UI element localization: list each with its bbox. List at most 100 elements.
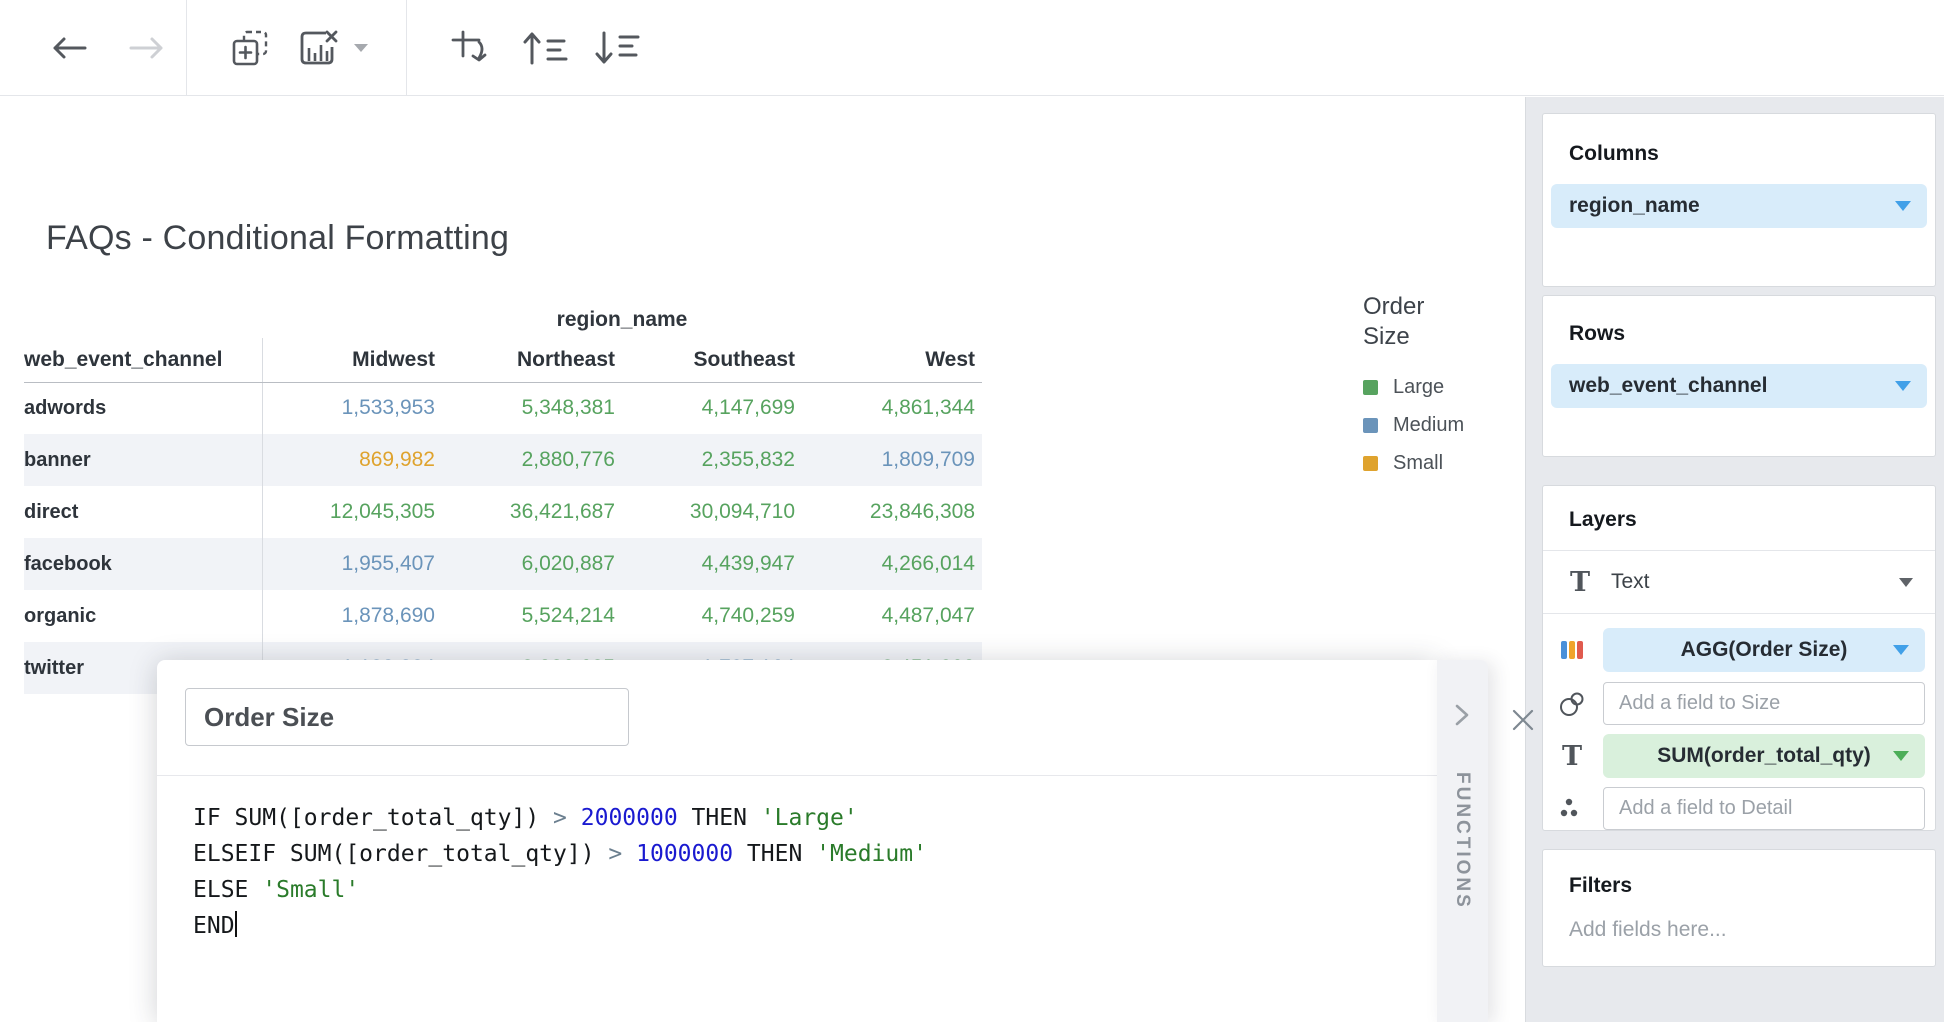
formula-editor-modal: IF SUM([order_total_qty]) > 2000000 THEN… <box>157 660 1488 1022</box>
page-title: FAQs - Conditional Formatting <box>46 219 509 258</box>
filters-drop-placeholder[interactable]: Add fields here... <box>1569 918 1915 942</box>
close-icon <box>1510 707 1536 733</box>
back-arrow-icon <box>50 33 88 63</box>
value-cell: 1,878,690 <box>262 590 442 642</box>
columns-field-label: region_name <box>1569 194 1700 218</box>
legend-items: LargeMediumSmall <box>1363 376 1464 475</box>
forward-arrow-icon <box>128 33 166 63</box>
value-cell: 2,880,776 <box>442 434 622 486</box>
size-field-icon <box>1555 690 1589 718</box>
column-group-row: region_name <box>24 302 982 338</box>
text-field-pill[interactable]: SUM(order_total_qty) <box>1603 734 1925 778</box>
row-label: organic <box>24 590 262 642</box>
value-cell: 5,348,381 <box>442 382 622 434</box>
size-field-input[interactable] <box>1603 682 1925 725</box>
detail-field-input[interactable] <box>1603 787 1925 830</box>
close-button[interactable] <box>1505 702 1541 738</box>
value-cell: 1,533,953 <box>262 382 442 434</box>
divider <box>157 775 1437 776</box>
pivot-table: region_name web_event_channel MidwestNor… <box>24 302 982 694</box>
rows-card: Rows web_event_channel <box>1542 295 1936 457</box>
layers-title: Layers <box>1569 508 1935 532</box>
sort-descending-button[interactable] <box>590 0 644 96</box>
row-header-label: web_event_channel <box>24 338 262 382</box>
table-row: banner869,9822,880,7762,355,8321,809,709 <box>24 434 982 486</box>
pivot-data-button[interactable] <box>446 0 496 96</box>
code-line: ELSEIF SUM([order_total_qty]) > 1000000 … <box>193 836 927 872</box>
sort-ascending-icon <box>521 29 569 67</box>
text-cursor <box>235 911 237 937</box>
text-field-label: SUM(order_total_qty) <box>1657 744 1871 768</box>
back-button[interactable] <box>46 0 92 96</box>
detail-field-icon <box>1555 796 1589 822</box>
toolbar-divider <box>406 0 407 96</box>
pivot-table-container: region_name web_event_channel MidwestNor… <box>24 302 982 694</box>
table-row: direct12,045,30536,421,68730,094,71023,8… <box>24 486 982 538</box>
value-cell: 1,809,709 <box>802 434 982 486</box>
filters-card: Filters Add fields here... <box>1542 849 1936 967</box>
layer-type-label: Text <box>1611 570 1650 594</box>
forward-button[interactable] <box>124 0 170 96</box>
legend-item: Large <box>1363 376 1464 399</box>
column-header: West <box>802 338 982 382</box>
value-cell: 2,355,832 <box>622 434 802 486</box>
value-cell: 30,094,710 <box>622 486 802 538</box>
chart-delete-icon <box>298 28 340 68</box>
remove-chart-button[interactable] <box>296 0 342 96</box>
value-cell: 869,982 <box>262 434 442 486</box>
rows-field-pill[interactable]: web_event_channel <box>1551 364 1927 408</box>
legend: Order Size LargeMediumSmall <box>1363 292 1464 490</box>
value-cell: 4,266,014 <box>802 538 982 590</box>
code-line: END <box>193 908 927 944</box>
value-cell: 5,524,214 <box>442 590 622 642</box>
value-cell: 12,045,305 <box>262 486 442 538</box>
functions-tab[interactable]: FUNCTIONS <box>1437 660 1488 1022</box>
settings-sidebar: Columns region_name Rows web_event_chann… <box>1525 97 1944 1022</box>
table-row: adwords1,533,9535,348,3814,147,6994,861,… <box>24 382 982 434</box>
code-line: ELSE 'Small' <box>193 872 927 908</box>
filters-title: Filters <box>1569 874 1915 898</box>
color-field-icon <box>1555 637 1589 663</box>
table-row: facebook1,955,4076,020,8874,439,9474,266… <box>24 538 982 590</box>
toolbar <box>0 0 1944 96</box>
pivot-axes-icon <box>449 26 493 70</box>
value-cell: 4,740,259 <box>622 590 802 642</box>
add-chart-icon <box>230 28 270 68</box>
legend-swatch <box>1363 418 1378 433</box>
sort-ascending-button[interactable] <box>518 0 572 96</box>
value-cell: 23,846,308 <box>802 486 982 538</box>
layers-card: Layers T Text AGG(Order Size) <box>1542 485 1936 831</box>
code-line: IF SUM([order_total_qty]) > 2000000 THEN… <box>193 800 927 836</box>
chevron-down-icon <box>1893 645 1909 655</box>
sort-descending-icon <box>593 29 641 67</box>
formula-code[interactable]: IF SUM([order_total_qty]) > 2000000 THEN… <box>193 800 927 944</box>
chevron-down-icon <box>1899 578 1913 587</box>
color-field-label: AGG(Order Size) <box>1681 638 1848 662</box>
add-chart-button[interactable] <box>226 0 274 96</box>
rows-field-label: web_event_channel <box>1569 374 1767 398</box>
value-cell: 4,147,699 <box>622 382 802 434</box>
layer-type-row[interactable]: T Text <box>1543 551 1935 613</box>
toolbar-divider <box>186 0 187 96</box>
column-header: Northeast <box>442 338 622 382</box>
text-field-icon: T <box>1555 741 1589 772</box>
chart-type-dropdown[interactable] <box>346 0 376 96</box>
legend-swatch <box>1363 380 1378 395</box>
value-cell: 1,955,407 <box>262 538 442 590</box>
value-cell: 4,439,947 <box>622 538 802 590</box>
row-label: banner <box>24 434 262 486</box>
chevron-down-icon <box>1895 201 1911 211</box>
functions-tab-label: FUNCTIONS <box>1451 772 1473 910</box>
columns-field-pill[interactable]: region_name <box>1551 184 1927 228</box>
formula-name-input[interactable] <box>185 688 629 746</box>
row-label: facebook <box>24 538 262 590</box>
color-field-pill[interactable]: AGG(Order Size) <box>1603 628 1925 672</box>
column-group-label: region_name <box>262 302 982 338</box>
legend-swatch <box>1363 456 1378 471</box>
chevron-down-icon <box>351 41 371 55</box>
value-cell: 36,421,687 <box>442 486 622 538</box>
column-header: Midwest <box>262 338 442 382</box>
chevron-right-icon <box>1450 702 1474 728</box>
formula-editor-panel: IF SUM([order_total_qty]) > 2000000 THEN… <box>157 660 1437 1022</box>
value-cell: 4,861,344 <box>802 382 982 434</box>
